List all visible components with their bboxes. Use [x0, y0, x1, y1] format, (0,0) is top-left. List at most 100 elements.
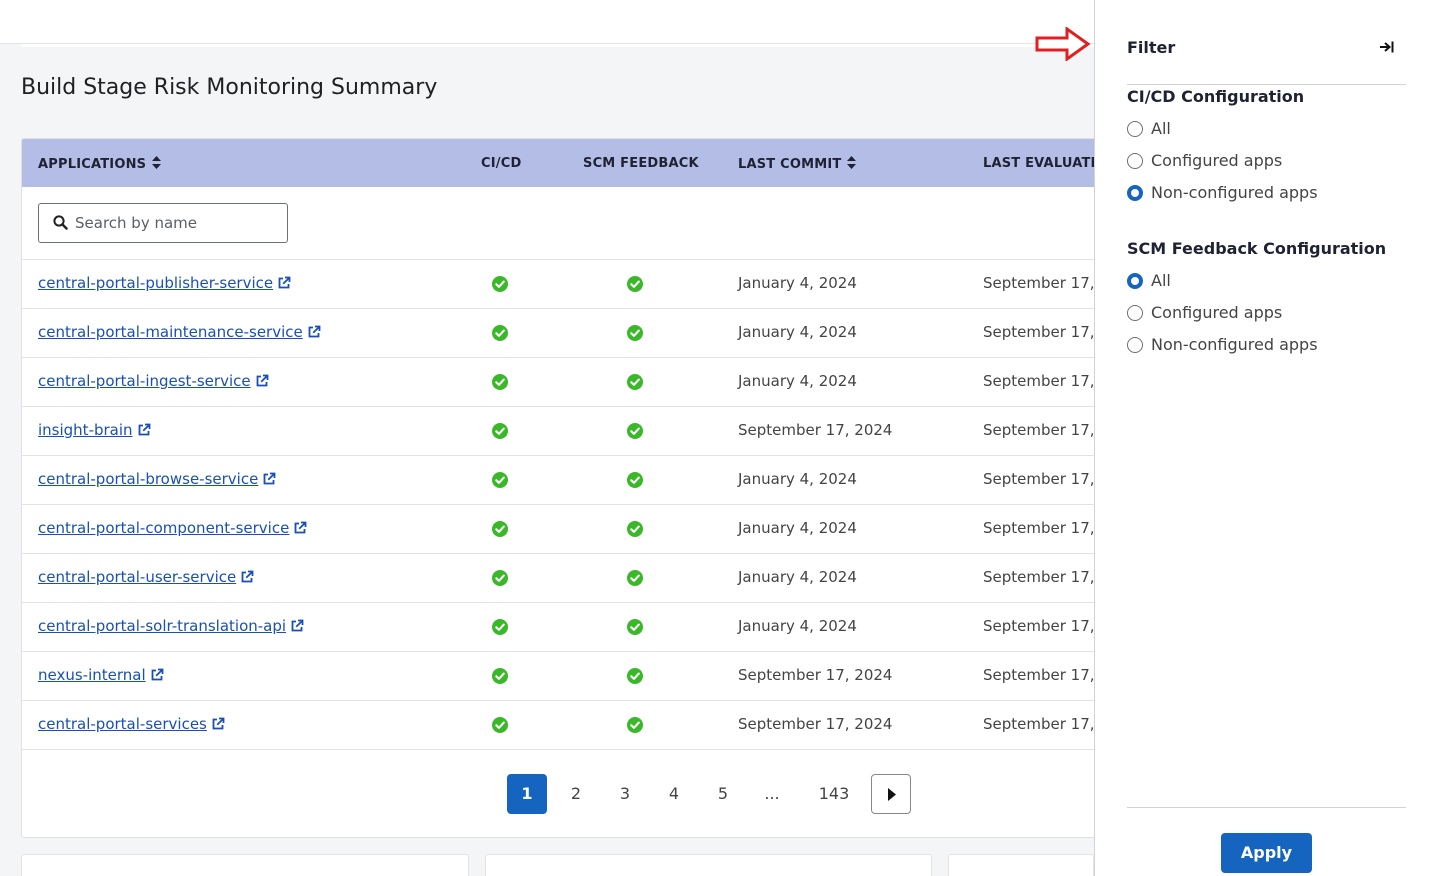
app-name: central-portal-ingest-service — [38, 372, 251, 390]
last-commit-date: September 17, 2024 — [738, 666, 893, 684]
radio-label: Non-configured apps — [1151, 335, 1318, 354]
last-evaluation-date: September 17, — [983, 666, 1095, 684]
cicd-check-circle-icon — [492, 276, 508, 292]
app-link[interactable]: insight-brain — [38, 421, 151, 441]
filter-divider — [1127, 84, 1406, 85]
radio-button[interactable] — [1127, 337, 1143, 353]
radio-label: All — [1151, 119, 1171, 138]
external-link-icon — [137, 423, 151, 441]
page-button[interactable]: 2 — [556, 774, 596, 814]
external-link-icon — [277, 276, 291, 294]
radio-button[interactable] — [1127, 305, 1143, 321]
column-header-last-commit-label: LAST COMMIT — [738, 157, 842, 172]
column-header-applications[interactable]: APPLICATIONS — [38, 156, 162, 173]
caret-right-icon — [888, 788, 896, 801]
cicd-check-circle-icon — [492, 521, 508, 537]
table-row: central-portal-browse-service January 4, … — [22, 456, 1110, 505]
page-button[interactable]: 3 — [605, 774, 645, 814]
last-commit-date: January 4, 2024 — [738, 568, 857, 586]
scm-check-circle-icon — [627, 276, 643, 292]
radio-label: Configured apps — [1151, 303, 1283, 322]
last-evaluation-date: September 17, — [983, 372, 1095, 390]
column-header-applications-label: APPLICATIONS — [38, 157, 147, 172]
cicd-check-circle-icon — [492, 717, 508, 733]
app-link[interactable]: central-portal-solr-translation-api — [38, 617, 304, 637]
radio-label: Configured apps — [1151, 151, 1283, 170]
filter-section-title: SCM Feedback Configuration — [1127, 239, 1387, 258]
filter-title: Filter — [1127, 38, 1176, 57]
column-header-last-commit[interactable]: LAST COMMIT — [738, 156, 857, 173]
cicd-check-circle-icon — [492, 570, 508, 586]
last-commit-date: January 4, 2024 — [738, 519, 857, 537]
app-link[interactable]: nexus-internal — [38, 666, 164, 686]
table-row: insight-brain September 17, 2024 September… — [22, 407, 1110, 456]
radio-button[interactable] — [1127, 273, 1143, 289]
page-button[interactable]: 143 — [814, 774, 854, 814]
next-page-button[interactable] — [871, 774, 911, 814]
page-button[interactable]: 1 — [507, 774, 547, 814]
cicd-check-circle-icon — [492, 325, 508, 341]
radio-button[interactable] — [1127, 153, 1143, 169]
page-title: Build Stage Risk Monitoring Summary — [21, 75, 438, 100]
table-row: central-portal-services September 17, 202… — [22, 701, 1110, 750]
scm-check-circle-icon — [627, 472, 643, 488]
page-button[interactable]: 5 — [703, 774, 743, 814]
app-link[interactable]: central-portal-user-service — [38, 568, 254, 588]
last-commit-date: September 17, 2024 — [738, 715, 893, 733]
last-commit-date: September 17, 2024 — [738, 421, 893, 439]
app-name: central-portal-services — [38, 715, 207, 733]
apply-button[interactable]: Apply — [1221, 833, 1312, 873]
last-evaluation-date: September 17, — [983, 421, 1095, 439]
column-header-cicd: CI/CD — [481, 156, 522, 171]
search-box[interactable] — [38, 203, 288, 243]
app-name: central-portal-user-service — [38, 568, 237, 586]
column-header-last-evaluation[interactable]: LAST EVALUATIC — [983, 156, 1105, 171]
app-name: central-portal-publisher-service — [38, 274, 274, 292]
radio-button[interactable] — [1127, 185, 1143, 201]
sort-icon[interactable] — [152, 156, 162, 173]
scm-check-circle-icon — [627, 619, 643, 635]
pagination: 1 2 3 4 5... 143 — [22, 774, 1110, 816]
search-row — [22, 187, 1110, 260]
table-row: central-portal-maintenance-service Januar… — [22, 309, 1110, 358]
table-row: central-portal-user-service January 4, 20… — [22, 554, 1110, 603]
header-divider — [21, 44, 1094, 47]
table-row: central-portal-component-service January … — [22, 505, 1110, 554]
app-link[interactable]: central-portal-services — [38, 715, 225, 735]
sort-icon[interactable] — [847, 156, 857, 173]
last-commit-date: January 4, 2024 — [738, 372, 857, 390]
last-evaluation-date: September 17, — [983, 617, 1095, 635]
app-name: central-portal-browse-service — [38, 470, 259, 488]
bottom-card — [21, 854, 469, 876]
last-commit-date: January 4, 2024 — [738, 274, 857, 292]
external-link-icon — [150, 668, 164, 686]
app-link[interactable]: central-portal-maintenance-service — [38, 323, 321, 343]
table-header: APPLICATIONS CI/CD SCM FEEDBACK LAST COM… — [22, 139, 1110, 187]
table-row: central-portal-publisher-service January … — [22, 260, 1110, 309]
cicd-check-circle-icon — [492, 668, 508, 684]
last-commit-date: January 4, 2024 — [738, 617, 857, 635]
external-link-icon — [240, 570, 254, 588]
filter-section-title: CI/CD Configuration — [1127, 87, 1305, 106]
last-evaluation-date: September 17, — [983, 519, 1095, 537]
app-link[interactable]: central-portal-component-service — [38, 519, 307, 539]
app-name: nexus-internal — [38, 666, 146, 684]
scm-check-circle-icon — [627, 521, 643, 537]
table-row: central-portal-solr-translation-api Janua… — [22, 603, 1110, 652]
scm-check-circle-icon — [627, 668, 643, 684]
radio-button[interactable] — [1127, 121, 1143, 137]
last-evaluation-date: September 17, — [983, 470, 1095, 488]
external-link-icon — [307, 325, 321, 343]
search-input[interactable] — [75, 212, 275, 234]
page-button[interactable]: 4 — [654, 774, 694, 814]
external-link-icon — [290, 619, 304, 637]
bottom-card — [948, 854, 1094, 876]
external-link-icon — [262, 472, 276, 490]
radio-label: All — [1151, 271, 1171, 290]
app-link[interactable]: central-portal-browse-service — [38, 470, 276, 490]
app-link[interactable]: central-portal-publisher-service — [38, 274, 291, 294]
collapse-panel-icon[interactable] — [1379, 39, 1395, 58]
last-commit-date: January 4, 2024 — [738, 323, 857, 341]
app-name: central-portal-component-service — [38, 519, 290, 537]
app-link[interactable]: central-portal-ingest-service — [38, 372, 269, 392]
